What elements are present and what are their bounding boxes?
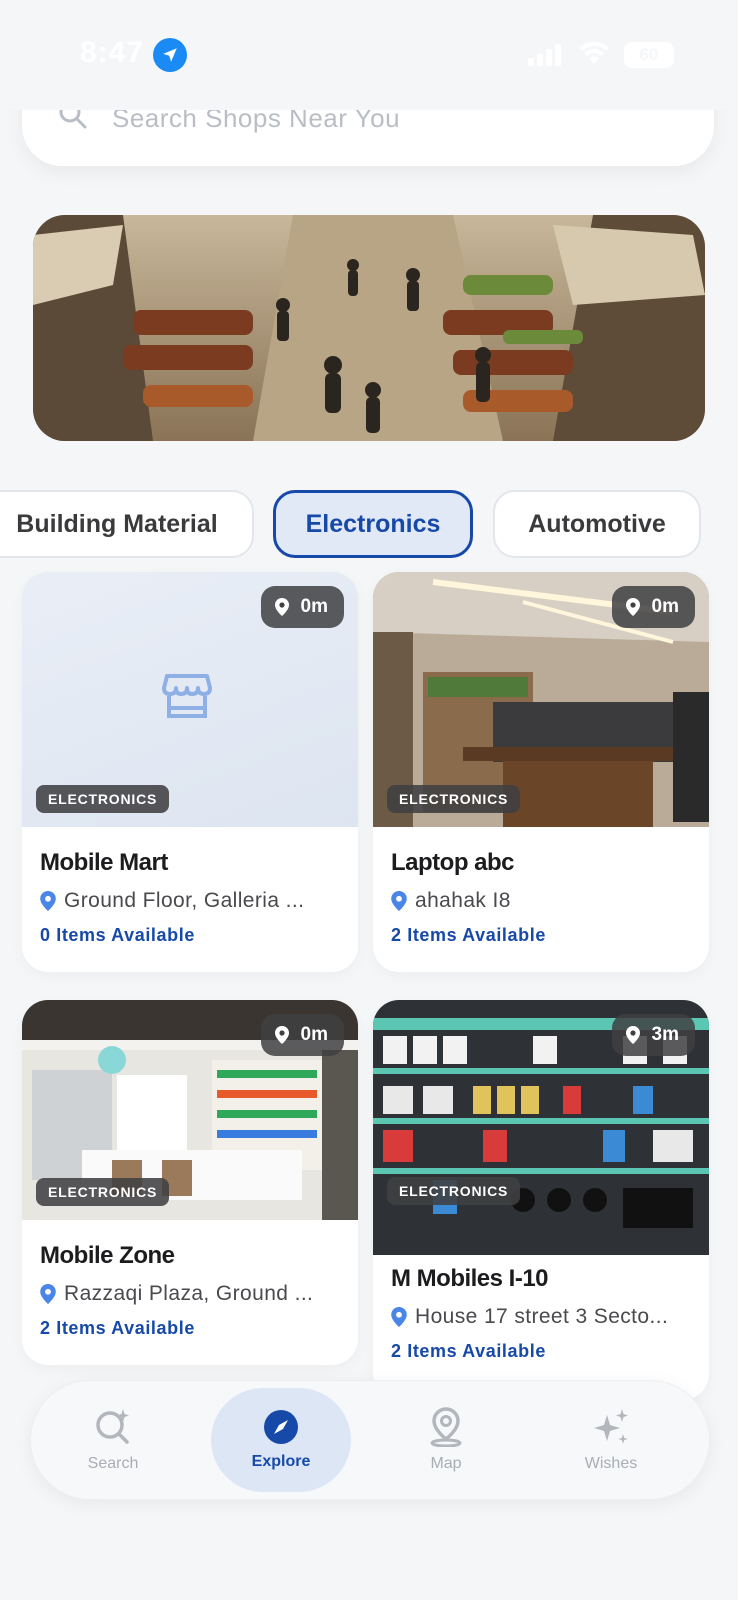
location-arrow-icon (153, 38, 187, 72)
nav-search-label: Search (87, 1455, 139, 1472)
category-chip-automotive[interactable]: Automotive (493, 490, 701, 558)
shop-address: Razzaqi Plaza, Ground ... (40, 1282, 340, 1306)
shop-image: 0m ELECTRONICS (22, 1000, 358, 1220)
nav-wishes[interactable]: Wishes (541, 1381, 681, 1499)
shop-address-text: House 17 street 3 Secto... (415, 1305, 669, 1328)
compass-icon (264, 1410, 298, 1444)
distance-value: 3m (651, 1024, 679, 1045)
shop-image: 3m ELECTRONICS (373, 1000, 709, 1255)
distance-badge: 0m (260, 1014, 344, 1056)
pin-icon (625, 598, 640, 616)
store-icon (162, 674, 212, 718)
location-pin-icon (391, 1307, 407, 1327)
shop-address: Ground Floor, Galleria ... (40, 889, 340, 913)
shop-name: Laptop abc (391, 849, 515, 876)
category-tabs: Building Material Electronics Automotive (0, 490, 738, 562)
items-available: 0 Items Available (40, 925, 195, 945)
distance-value: 0m (300, 1024, 328, 1045)
category-badge: ELECTRONICS (387, 785, 521, 813)
distance-value: 0m (651, 596, 679, 617)
nav-wishes-label: Wishes (584, 1455, 638, 1472)
status-bar: 8:47 60 (0, 0, 738, 110)
shop-image: 0m ELECTRONICS (373, 572, 709, 827)
shop-card[interactable]: 0m ELECTRONICS Mobile Zone Razzaqi Plaza… (22, 1000, 358, 1365)
location-pin-icon (40, 891, 56, 911)
shop-address: ahahak I8 (391, 889, 691, 913)
category-badge: ELECTRONICS (36, 785, 170, 813)
items-available: 2 Items Available (40, 1318, 195, 1338)
sparkles-icon (594, 1409, 628, 1444)
category-badge: ELECTRONICS (387, 1177, 521, 1205)
bottom-nav: Search Explore Map Wishes (30, 1380, 710, 1500)
shop-address: House 17 street 3 Secto... (391, 1305, 691, 1329)
shop-image-placeholder: 0m ELECTRONICS (22, 572, 358, 827)
nav-explore-label: Explore (251, 1453, 311, 1470)
shop-card[interactable]: 0m ELECTRONICS Mobile Mart Ground Floor,… (22, 572, 358, 972)
pin-icon (625, 1026, 640, 1044)
location-pin-icon (40, 1284, 56, 1304)
nav-map-label: Map (430, 1455, 462, 1472)
distance-value: 0m (300, 596, 328, 617)
shop-address-text: Razzaqi Plaza, Ground ... (64, 1282, 314, 1305)
shop-card[interactable]: 0m ELECTRONICS Laptop abc ahahak I8 2 It… (373, 572, 709, 972)
location-pin-icon (391, 891, 407, 911)
nav-explore[interactable]: Explore (211, 1388, 351, 1492)
category-chip-electronics[interactable]: Electronics (273, 490, 473, 558)
hero-banner-image[interactable] (33, 215, 705, 441)
status-time: 8:47 (80, 36, 145, 69)
signal-icon (528, 44, 561, 66)
distance-badge: 3m (611, 1014, 695, 1056)
shop-name: Mobile Zone (40, 1242, 175, 1269)
shop-name: Mobile Mart (40, 849, 168, 876)
nav-search[interactable]: Search (43, 1381, 183, 1499)
category-badge: ELECTRONICS (36, 1178, 170, 1206)
category-chip-building-material[interactable]: Building Material (0, 490, 254, 558)
battery-indicator: 60 (624, 42, 674, 68)
nav-map[interactable]: Map (376, 1381, 516, 1499)
distance-badge: 0m (260, 586, 344, 628)
pin-icon (274, 1026, 289, 1044)
shop-card[interactable]: 3m ELECTRONICS M Mobiles I-10 House 17 s… (373, 1000, 709, 1400)
items-available: 2 Items Available (391, 925, 546, 945)
pin-icon (274, 598, 289, 616)
distance-badge: 0m (611, 586, 695, 628)
shop-name: M Mobiles I-10 (391, 1265, 549, 1292)
shop-address-text: Ground Floor, Galleria ... (64, 889, 305, 912)
map-pin-icon (430, 1407, 462, 1447)
items-available: 2 Items Available (391, 1341, 546, 1361)
shop-address-text: ahahak I8 (415, 889, 511, 912)
search-sparkle-icon (96, 1409, 129, 1444)
wifi-icon (579, 42, 609, 64)
